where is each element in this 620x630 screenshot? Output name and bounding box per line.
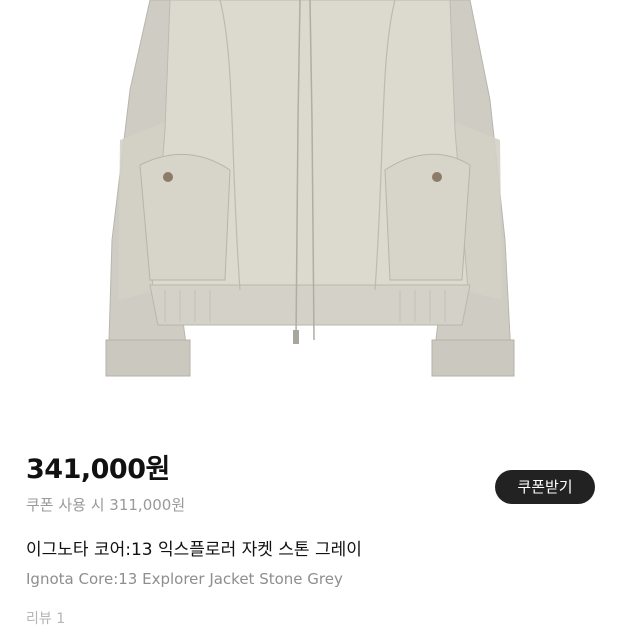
product-title-english: Ignota Core:13 Explorer Jacket Stone Gre…: [26, 570, 343, 588]
product-price: 341,000원: [26, 454, 170, 485]
review-count-link[interactable]: 리뷰 1: [26, 608, 65, 630]
price-row: 341,000원: [26, 450, 170, 490]
product-title-korean: 이그노타 코어:13 익스플로러 자켓 스톤 그레이: [26, 540, 362, 560]
get-coupon-button[interactable]: 쿠폰받기: [495, 470, 595, 504]
product-image[interactable]: [0, 0, 620, 420]
coupon-price: 쿠폰 사용 시 311,000원: [26, 496, 186, 514]
jacket-photo: [105, 0, 515, 377]
